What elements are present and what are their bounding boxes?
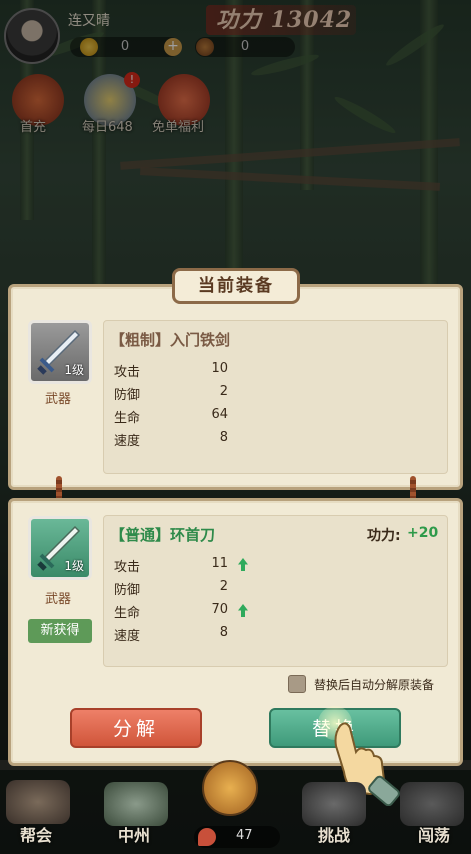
stat-value: 70 bbox=[211, 602, 228, 617]
power-change-value: +20 bbox=[407, 525, 439, 541]
stat-up-arrow-icon bbox=[238, 558, 248, 571]
nav-guild-label[interactable]: 帮会 bbox=[20, 822, 52, 846]
new-weapon-name: 【普通】环首刀 bbox=[110, 526, 216, 544]
stat-label: 生命 bbox=[114, 411, 141, 426]
stat-value: 2 bbox=[219, 579, 228, 594]
current-weapon-level: 1级 bbox=[64, 363, 84, 377]
current-weapon-category: 武器 bbox=[45, 392, 72, 407]
power-change-label: 功力: bbox=[367, 528, 401, 544]
nav-adventure-label[interactable]: 闯荡 bbox=[418, 822, 450, 846]
stamina-counter: 47 bbox=[194, 826, 280, 848]
drumstick-icon bbox=[198, 828, 216, 846]
current-stats-box: 【粗制】入门铁剑 攻击 10 防御 2 生命 64 速度 8 bbox=[103, 320, 448, 474]
nav-challenge-label[interactable]: 挑战 bbox=[318, 822, 350, 846]
decompose-button[interactable]: 分解 bbox=[70, 708, 202, 748]
dialog-title: 当前装备 bbox=[172, 268, 300, 304]
stat-up-arrow-icon bbox=[238, 604, 248, 617]
stat-label: 攻击 bbox=[114, 560, 141, 575]
stat-value: 8 bbox=[219, 625, 228, 640]
stamina-value: 47 bbox=[236, 828, 253, 843]
stat-value: 11 bbox=[211, 556, 228, 571]
stat-label: 防御 bbox=[114, 583, 141, 598]
stat-value: 64 bbox=[211, 407, 228, 422]
adventure-icon[interactable] bbox=[400, 782, 464, 826]
stat-value: 10 bbox=[211, 361, 228, 376]
current-weapon-name: 【粗制】入门铁剑 bbox=[110, 331, 231, 349]
new-weapon-category: 武器 bbox=[45, 592, 72, 607]
guild-icon[interactable] bbox=[6, 780, 70, 824]
new-weapon-level: 1级 bbox=[64, 559, 84, 573]
stat-value: 8 bbox=[219, 430, 228, 445]
auto-decompose-label: 替换后自动分解原装备 bbox=[314, 678, 435, 692]
nav-zhongzhou-label[interactable]: 中州 bbox=[118, 822, 150, 846]
auto-decompose-checkbox[interactable] bbox=[288, 675, 306, 693]
current-equipment-panel: 1级 武器 【粗制】入门铁剑 攻击 10 防御 2 生命 64 速度 8 bbox=[8, 284, 463, 490]
stat-label: 防御 bbox=[114, 388, 141, 403]
stat-label: 攻击 bbox=[114, 365, 141, 380]
new-weapon-slot[interactable]: 1级 bbox=[28, 516, 92, 580]
new-obtained-tag: 新获得 bbox=[28, 619, 92, 643]
current-weapon-slot[interactable]: 1级 bbox=[28, 320, 92, 384]
character-hub-icon[interactable] bbox=[202, 760, 258, 816]
new-stats-box: 【普通】环首刀 功力: +20 攻击 11 防御 2 生命 70 速度 8 bbox=[103, 515, 448, 667]
challenge-icon[interactable] bbox=[302, 782, 366, 826]
zhongzhou-icon[interactable] bbox=[104, 782, 168, 826]
bottom-nav: 47 bbox=[0, 760, 471, 854]
stat-label: 生命 bbox=[114, 606, 141, 621]
stat-label: 速度 bbox=[114, 434, 141, 449]
stat-label: 速度 bbox=[114, 629, 141, 644]
stat-value: 2 bbox=[219, 384, 228, 399]
